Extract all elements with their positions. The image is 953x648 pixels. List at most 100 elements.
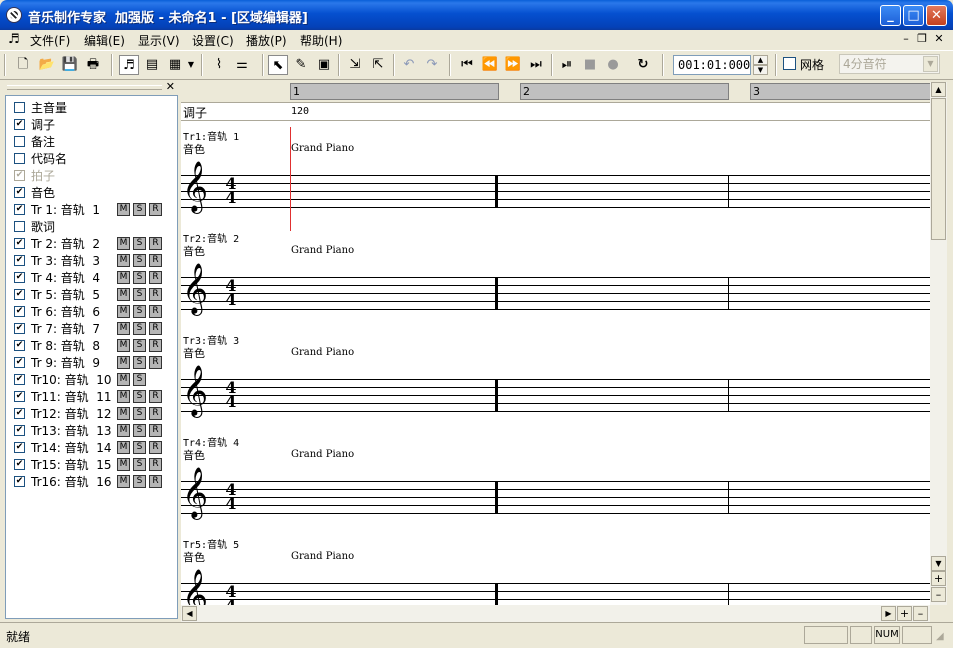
go-to-end-icon[interactable]: ⏭ <box>526 55 546 75</box>
record-button[interactable]: R <box>149 322 162 335</box>
resize-grip-icon[interactable]: ◢ <box>936 631 944 642</box>
row-checkbox[interactable] <box>14 357 25 368</box>
record-button[interactable]: R <box>149 254 162 267</box>
note-value-select[interactable]: 4分音符 ▼ <box>839 54 940 74</box>
row-checkbox[interactable] <box>14 306 25 317</box>
solo-button[interactable]: S <box>133 237 146 250</box>
menu-settings[interactable]: 设置(C) <box>192 32 234 49</box>
fast-forward-icon[interactable]: ⏩ <box>503 55 523 75</box>
solo-button[interactable]: S <box>133 271 146 284</box>
row-checkbox[interactable] <box>14 153 25 164</box>
record-button[interactable]: R <box>149 271 162 284</box>
row-checkbox[interactable] <box>14 204 25 215</box>
insert-icon[interactable]: ⇲ <box>345 55 365 75</box>
row-checkbox[interactable] <box>14 102 25 113</box>
mute-button[interactable]: M <box>117 390 130 403</box>
row-checkbox[interactable] <box>14 323 25 334</box>
document-music-icon[interactable]: ♬ <box>8 32 22 47</box>
mute-button[interactable]: M <box>117 339 130 352</box>
new-file-icon[interactable]: 🗋 <box>13 55 33 75</box>
zoom-out-horizontal-button[interactable]: – <box>913 606 928 621</box>
rewind-icon[interactable]: ⏪ <box>480 55 500 75</box>
redo-icon[interactable]: ↷ <box>422 55 442 75</box>
record-button[interactable]: R <box>149 305 162 318</box>
delete-icon[interactable]: ⇱ <box>368 55 388 75</box>
record-button[interactable]: R <box>149 203 162 216</box>
undo-icon[interactable]: ↶ <box>399 55 419 75</box>
track-voice[interactable]: Grand Piano <box>291 551 354 562</box>
scroll-down-button[interactable]: ▼ <box>931 556 946 571</box>
track-voice[interactable]: Grand Piano <box>291 245 354 256</box>
select-arrow-icon[interactable]: ⬉ <box>268 55 288 75</box>
print-icon[interactable]: 🖶 <box>83 55 103 75</box>
solo-button[interactable]: S <box>133 339 146 352</box>
mute-button[interactable]: M <box>117 373 130 386</box>
menu-edit[interactable]: 编辑(E) <box>84 32 125 49</box>
record-button[interactable]: R <box>149 339 162 352</box>
list-view-icon[interactable]: ▦ <box>165 55 185 75</box>
record-button[interactable]: R <box>149 441 162 454</box>
grid-checkbox[interactable] <box>783 57 796 70</box>
record-button[interactable]: R <box>149 237 162 250</box>
mute-button[interactable]: M <box>117 322 130 335</box>
mute-button[interactable]: M <box>117 288 130 301</box>
key-value[interactable]: 120 <box>291 106 309 117</box>
save-icon[interactable]: 💾 <box>60 55 80 75</box>
row-checkbox[interactable] <box>14 476 25 487</box>
view-dropdown-icon[interactable]: ▼ <box>186 55 196 75</box>
play-pause-icon[interactable]: ⏯ <box>557 55 577 75</box>
mute-button[interactable]: M <box>117 203 130 216</box>
mdi-minimize-button[interactable]: – <box>899 32 913 46</box>
measure-tab[interactable]: 2 <box>520 83 729 100</box>
solo-button[interactable]: S <box>133 356 146 369</box>
measure-ruler[interactable]: 1 2 3 <box>181 82 930 103</box>
row-checkbox[interactable] <box>14 136 25 147</box>
maximize-button[interactable]: □ <box>903 5 924 26</box>
menu-file[interactable]: 文件(F) <box>30 32 70 49</box>
zoom-in-horizontal-button[interactable]: + <box>897 606 912 621</box>
record-button[interactable]: R <box>149 288 162 301</box>
row-checkbox[interactable] <box>14 340 25 351</box>
row-checkbox[interactable] <box>14 221 25 232</box>
mute-button[interactable]: M <box>117 424 130 437</box>
solo-button[interactable]: S <box>133 390 146 403</box>
row-checkbox[interactable] <box>14 391 25 402</box>
track-voice[interactable]: Grand Piano <box>291 449 354 460</box>
minimize-button[interactable]: _ <box>880 5 901 26</box>
row-checkbox[interactable] <box>14 459 25 470</box>
scroll-up-button[interactable]: ▲ <box>931 82 946 97</box>
mute-button[interactable]: M <box>117 475 130 488</box>
mixer-icon[interactable]: ⚌ <box>232 55 252 75</box>
row-checkbox[interactable] <box>14 374 25 385</box>
calculator-icon[interactable]: ▣ <box>314 55 334 75</box>
time-spin-up[interactable]: ▲ <box>753 55 768 65</box>
panel-grip[interactable] <box>7 85 162 90</box>
time-position-field[interactable]: 001:01:000 <box>673 55 751 75</box>
solo-button[interactable]: S <box>133 424 146 437</box>
row-checkbox[interactable] <box>14 238 25 249</box>
graph-icon[interactable]: ⌇ <box>209 55 229 75</box>
record-button[interactable]: R <box>149 424 162 437</box>
track-voice[interactable]: Grand Piano <box>291 143 354 154</box>
track-voice[interactable]: Grand Piano <box>291 347 354 358</box>
mute-button[interactable]: M <box>117 356 130 369</box>
zoom-in-vertical-button[interactable]: + <box>931 571 946 586</box>
solo-button[interactable]: S <box>133 322 146 335</box>
zoom-out-vertical-button[interactable]: – <box>931 587 946 602</box>
row-checkbox[interactable] <box>14 408 25 419</box>
open-folder-icon[interactable]: 📂 <box>37 55 57 75</box>
stop-icon[interactable]: ■ <box>580 55 600 75</box>
mute-button[interactable]: M <box>117 458 130 471</box>
mute-button[interactable]: M <box>117 441 130 454</box>
close-button[interactable]: ✕ <box>926 5 947 26</box>
row-checkbox[interactable] <box>14 442 25 453</box>
solo-button[interactable]: S <box>133 441 146 454</box>
region-editor[interactable]: 1 2 3 调子 120 Tr1:音轨 1 音色 Grand Piano 𝄞 4 4 Tr2… <box>181 82 930 605</box>
solo-button[interactable]: S <box>133 305 146 318</box>
chevron-down-icon[interactable]: ▼ <box>923 56 938 72</box>
horizontal-scrollbar[interactable]: ◀ ▶ + – <box>181 605 930 622</box>
go-to-start-icon[interactable]: ⏮ <box>457 55 477 75</box>
record-button[interactable]: R <box>149 407 162 420</box>
mute-button[interactable]: M <box>117 305 130 318</box>
score-view-icon[interactable]: ♬ <box>119 55 139 75</box>
